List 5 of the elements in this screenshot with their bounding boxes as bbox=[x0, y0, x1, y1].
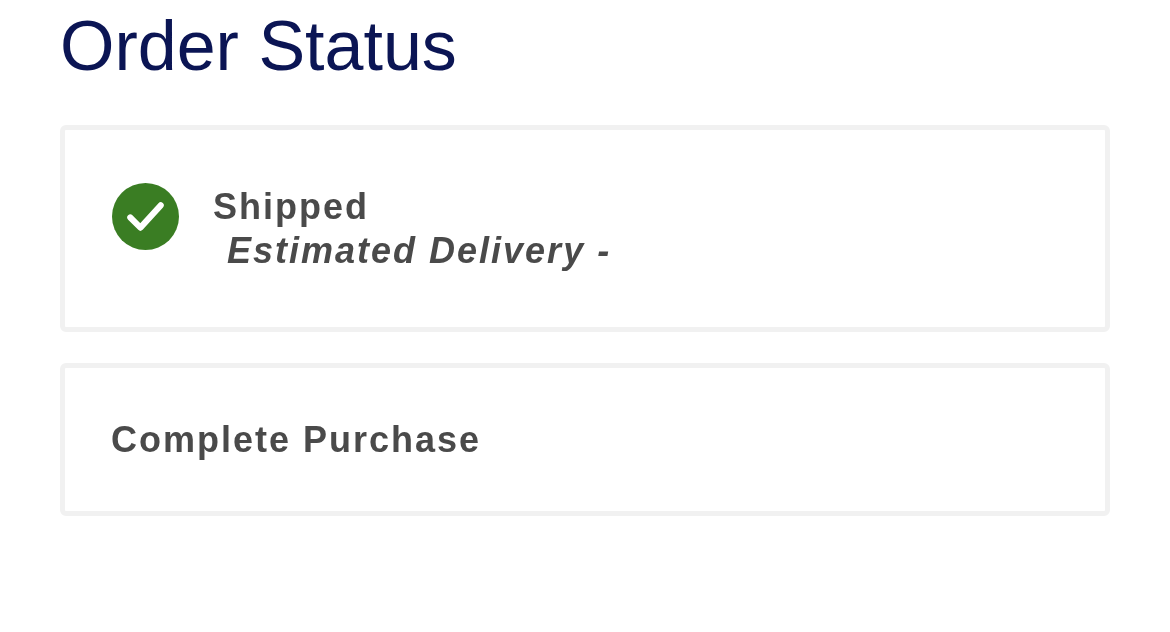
page-title: Order Status bbox=[60, 6, 457, 87]
status-label: Shipped bbox=[213, 184, 369, 229]
estimated-delivery-text: Estimated Delivery - bbox=[226, 228, 612, 273]
action-label: Complete Purchase bbox=[111, 417, 482, 462]
status-card[interactable]: Complete Purchase bbox=[60, 363, 1110, 516]
